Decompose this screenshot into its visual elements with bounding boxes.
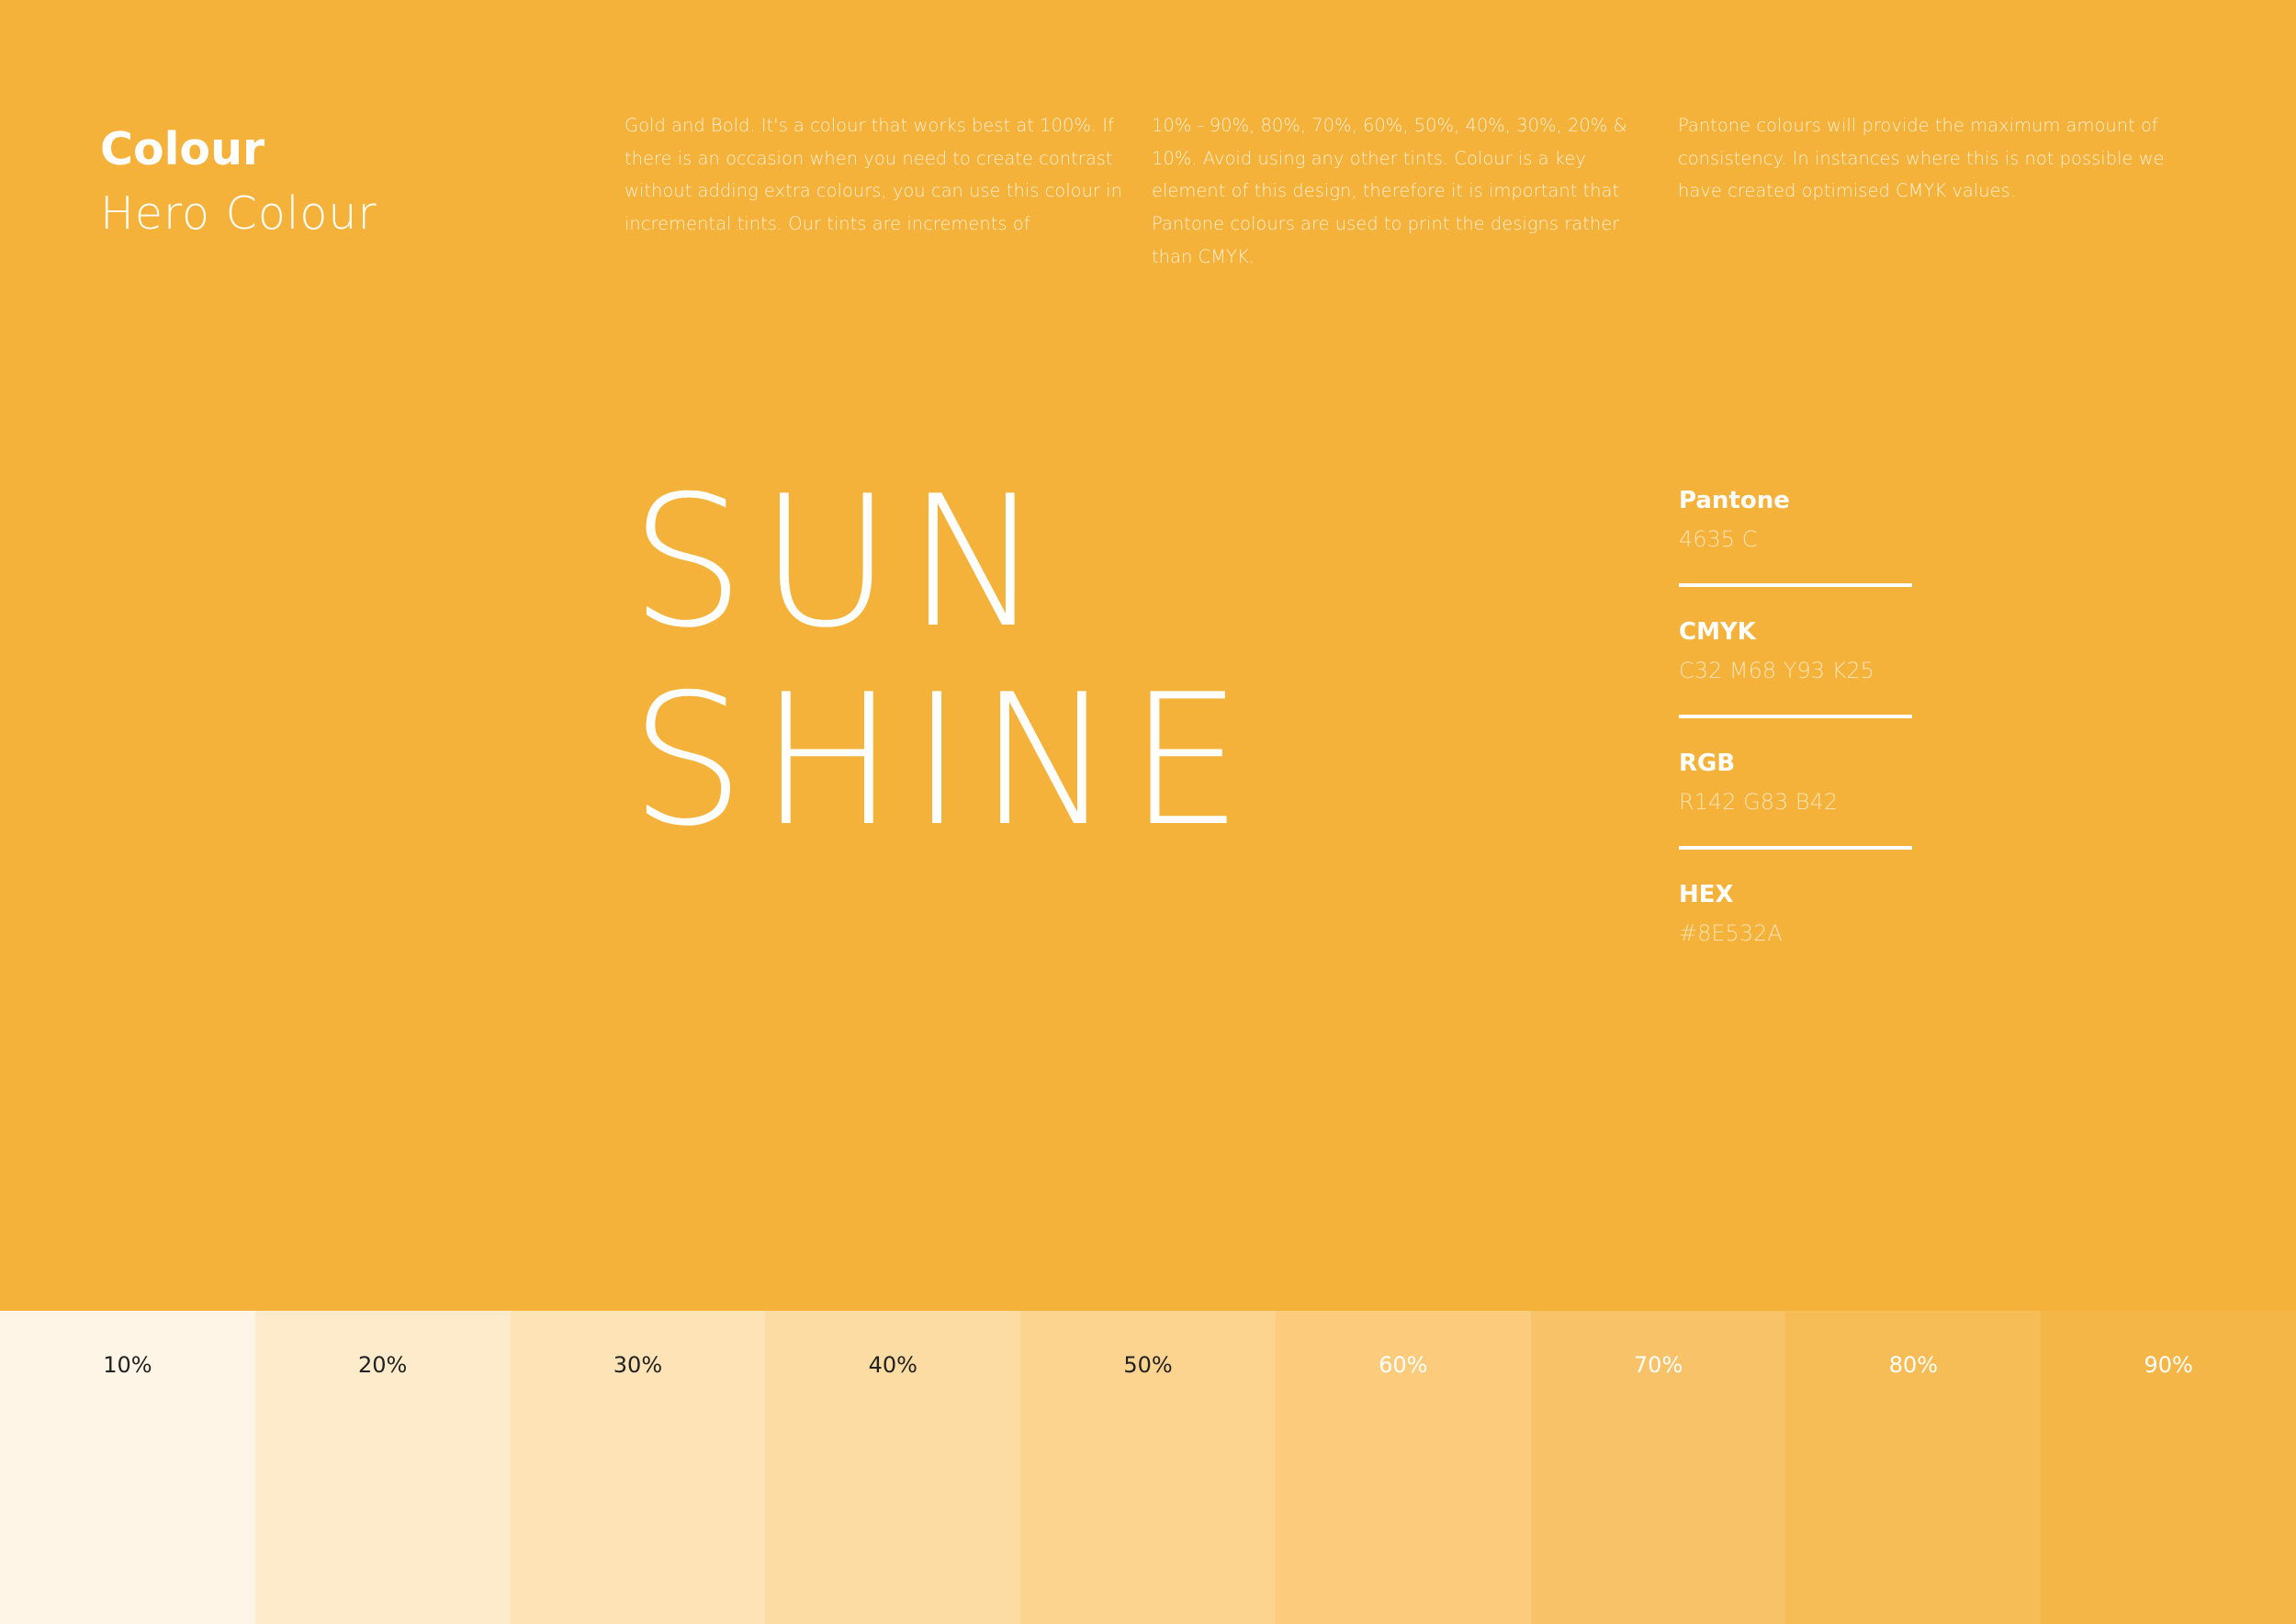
hero-name-line-2: SHINE [630,656,1258,866]
spec-value: 4635 C [1679,526,1758,552]
spec-value: R142 G83 B42 [1679,789,1839,815]
divider [1679,715,1912,718]
spec-pantone: Pantone 4635 C [1679,482,1912,614]
tint-swatch-row: 10% 20% 30% 40% 50% 60% 70% 80% 90% [0,1311,2296,1624]
tint-swatch-70: 70% [1530,1311,1786,1624]
intro-paragraph-3: Pantone colours will provide the maximum… [1678,115,2165,202]
spec-value: C32 M68 Y93 K25 [1679,658,1874,683]
intro-paragraph-2: 10% - 90%, 80%, 70%, 60%, 50%, 40%, 30%,… [1152,115,1627,267]
spec-value: #8E532A [1679,920,1783,946]
spec-hex: HEX #8E532A [1679,876,1912,1008]
spec-label: RGB [1679,750,1736,777]
tint-label: 70% [1633,1352,1683,1378]
tint-swatch-60: 60% [1275,1311,1531,1624]
spec-label: HEX [1679,881,1734,908]
heading-block: Colour Hero Colour [100,118,377,246]
tint-label: 20% [358,1352,408,1378]
colour-guide-page: Colour Hero Colour Gold and Bold. It's a… [0,0,2296,1624]
tint-swatch-40: 40% [765,1311,1021,1624]
tint-swatch-20: 20% [254,1311,511,1624]
tint-label: 40% [868,1352,917,1378]
tint-label: 60% [1379,1352,1428,1378]
tint-swatch-50: 50% [1020,1311,1276,1624]
tint-swatch-10: 10% [0,1311,255,1624]
divider [1679,583,1912,587]
tint-swatch-80: 80% [1785,1311,2042,1624]
hero-name-line-1: SUN [630,457,1057,668]
tint-swatch-30: 30% [510,1311,766,1624]
tint-label: 90% [2144,1352,2193,1378]
tint-label: 30% [613,1352,663,1378]
spec-rgb: RGB R142 G83 B42 [1679,745,1912,876]
tint-label: 80% [1888,1352,1939,1378]
page-title: Colour [100,123,265,175]
spec-cmyk: CMYK C32 M68 Y93 K25 [1679,614,1912,745]
hero-colour-name: SUN SHINE [630,464,1257,861]
tint-label: 10% [103,1352,152,1378]
spec-label: Pantone [1679,487,1790,514]
page-subtitle: Hero Colour [100,187,377,240]
colour-spec-list: Pantone 4635 C CMYK C32 M68 Y93 K25 RGB … [1679,482,1912,1008]
tint-swatch-90: 90% [2041,1311,2296,1624]
intro-paragraph-1: Gold and Bold. It's a colour that works … [625,115,1122,235]
tint-label: 50% [1123,1352,1173,1378]
spec-label: CMYK [1679,618,1756,646]
divider [1679,846,1912,850]
